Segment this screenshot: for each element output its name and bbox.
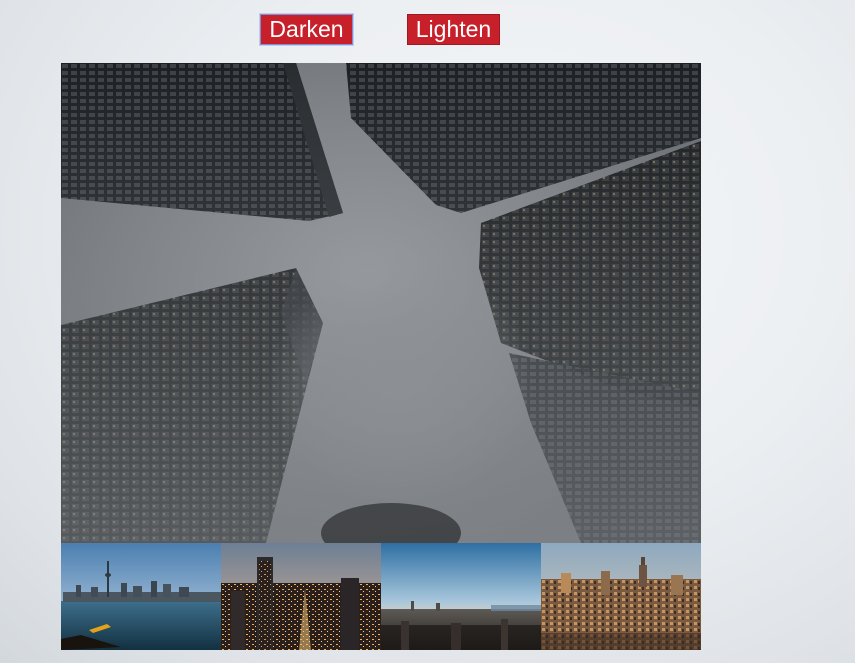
darken-button[interactable]: Darken <box>260 14 353 45</box>
thumbnail-toronto-waterfront[interactable] <box>61 543 221 650</box>
thumbnail-city-lights[interactable] <box>221 543 381 650</box>
thumbnail-manhattan[interactable] <box>541 543 701 650</box>
thumbnail-strip <box>61 543 701 650</box>
thumbnail-city-aerial[interactable] <box>381 543 541 650</box>
main-image <box>61 63 701 543</box>
lighten-button[interactable]: Lighten <box>407 14 500 45</box>
